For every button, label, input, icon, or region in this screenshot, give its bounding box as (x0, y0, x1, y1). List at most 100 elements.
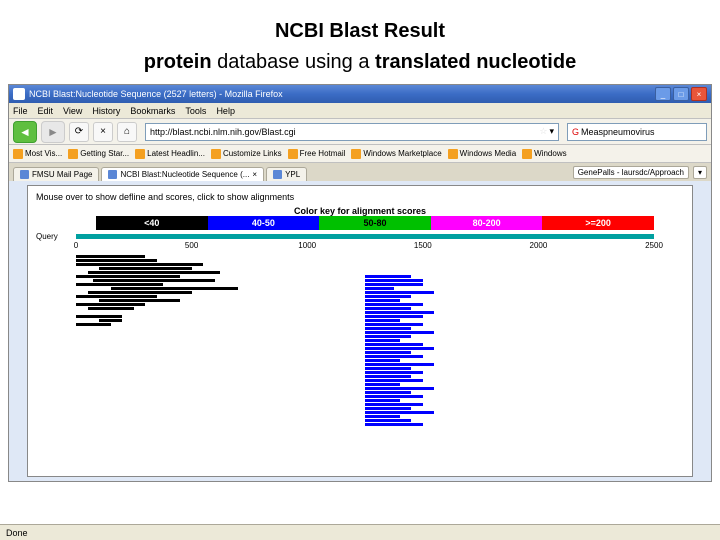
alignment-segment[interactable] (365, 299, 400, 302)
alignment-segment[interactable] (88, 271, 221, 274)
alignment-row[interactable] (76, 343, 654, 346)
alignment-segment[interactable] (365, 319, 400, 322)
alignment-chart[interactable] (76, 255, 654, 426)
alignment-segment[interactable] (365, 415, 400, 418)
alignment-row[interactable] (76, 391, 654, 394)
alignment-segment[interactable] (76, 255, 145, 258)
alignment-row[interactable] (76, 383, 654, 386)
alignment-row[interactable] (76, 335, 654, 338)
alignment-row[interactable] (76, 399, 654, 402)
tab-ypl[interactable]: YPL (266, 167, 307, 181)
alignment-segment[interactable] (76, 283, 163, 286)
alignment-segment[interactable] (365, 307, 411, 310)
alignment-segment[interactable] (365, 275, 411, 278)
alignment-segment[interactable] (365, 311, 434, 314)
bookmark-star-icon[interactable]: ☆ (539, 126, 547, 137)
alignment-segment[interactable] (365, 315, 423, 318)
tab-mail[interactable]: FMSU Mail Page (13, 167, 99, 181)
alignment-row[interactable] (76, 255, 654, 258)
maximize-button[interactable]: □ (673, 87, 689, 101)
bookmark-windows[interactable]: Windows (522, 149, 566, 159)
menu-view[interactable]: View (63, 106, 82, 116)
alignment-row[interactable] (76, 355, 654, 358)
bookmark-latest-headlines[interactable]: Latest Headlin... (135, 149, 205, 159)
alignment-segment[interactable] (365, 407, 411, 410)
alignment-segment[interactable] (365, 359, 400, 362)
alignment-row[interactable] (76, 375, 654, 378)
bookmark-windows-marketplace[interactable]: Windows Marketplace (351, 149, 441, 159)
alignment-segment[interactable] (365, 379, 423, 382)
alignment-segment[interactable] (365, 279, 423, 282)
alignment-segment[interactable] (76, 323, 111, 326)
extension-dropdown[interactable]: ▾ (693, 166, 707, 179)
alignment-segment[interactable] (76, 263, 203, 266)
alignment-row[interactable] (76, 411, 654, 414)
alignment-segment[interactable] (88, 307, 134, 310)
alignment-segment[interactable] (76, 259, 157, 262)
alignment-segment[interactable] (88, 291, 192, 294)
alignment-row[interactable] (76, 339, 654, 342)
bookmark-free-hotmail[interactable]: Free Hotmail (288, 149, 346, 159)
minimize-button[interactable]: _ (655, 87, 671, 101)
alignment-row[interactable] (76, 275, 654, 278)
search-box[interactable]: G Measpneumovirus (567, 123, 707, 141)
alignment-segment[interactable] (365, 399, 400, 402)
alignment-row[interactable] (76, 263, 654, 266)
alignment-segment[interactable] (99, 267, 191, 270)
alignment-segment[interactable] (365, 355, 423, 358)
alignment-row[interactable] (76, 395, 654, 398)
stop-button[interactable]: × (93, 122, 113, 142)
alignment-row[interactable] (76, 347, 654, 350)
alignment-segment[interactable] (99, 319, 122, 322)
menu-history[interactable]: History (92, 106, 120, 116)
alignment-segment[interactable] (365, 403, 423, 406)
alignment-row[interactable] (76, 311, 654, 314)
close-button[interactable]: × (691, 87, 707, 101)
url-bar[interactable]: http://blast.ncbi.nlm.nih.gov/Blast.cgi … (145, 123, 559, 141)
alignment-segment[interactable] (99, 299, 180, 302)
alignment-segment[interactable] (365, 327, 411, 330)
alignment-row[interactable] (76, 271, 654, 274)
alignment-segment[interactable] (365, 383, 400, 386)
alignment-row[interactable] (76, 379, 654, 382)
reload-button[interactable]: ⟳ (69, 122, 89, 142)
alignment-row[interactable] (76, 419, 654, 422)
menu-tools[interactable]: Tools (185, 106, 206, 116)
url-dropdown-icon[interactable]: ▾ (549, 126, 554, 137)
menu-bookmarks[interactable]: Bookmarks (130, 106, 175, 116)
alignment-row[interactable] (76, 363, 654, 366)
bookmark-most-visited[interactable]: Most Vis... (13, 149, 62, 159)
alignment-row[interactable] (76, 367, 654, 370)
alignment-row[interactable] (76, 387, 654, 390)
bookmark-getting-started[interactable]: Getting Star... (68, 149, 129, 159)
alignment-row[interactable] (76, 407, 654, 410)
alignment-segment[interactable] (365, 375, 411, 378)
home-button[interactable]: ⌂ (117, 122, 137, 142)
alignment-segment[interactable] (365, 363, 434, 366)
alignment-segment[interactable] (76, 315, 122, 318)
alignment-row[interactable] (76, 327, 654, 330)
alignment-row[interactable] (76, 323, 654, 326)
alignment-segment[interactable] (76, 295, 157, 298)
alignment-row[interactable] (76, 351, 654, 354)
forward-button[interactable]: ► (41, 121, 65, 143)
alignment-segment[interactable] (365, 287, 394, 290)
alignment-segment[interactable] (365, 343, 423, 346)
alignment-row[interactable] (76, 291, 654, 294)
alignment-segment[interactable] (365, 283, 423, 286)
alignment-segment[interactable] (365, 335, 411, 338)
alignment-row[interactable] (76, 279, 654, 282)
alignment-row[interactable] (76, 319, 654, 322)
alignment-segment[interactable] (365, 347, 434, 350)
alignment-segment[interactable] (365, 295, 411, 298)
alignment-segment[interactable] (76, 275, 180, 278)
alignment-segment[interactable] (111, 287, 238, 290)
alignment-segment[interactable] (365, 351, 411, 354)
alignment-row[interactable] (76, 423, 654, 426)
tab-ncbi-blast[interactable]: NCBI Blast:Nucleotide Sequence (...× (101, 167, 264, 181)
alignment-segment[interactable] (365, 303, 423, 306)
alignment-segment[interactable] (365, 395, 423, 398)
alignment-row[interactable] (76, 307, 654, 310)
alignment-row[interactable] (76, 315, 654, 318)
alignment-row[interactable] (76, 371, 654, 374)
